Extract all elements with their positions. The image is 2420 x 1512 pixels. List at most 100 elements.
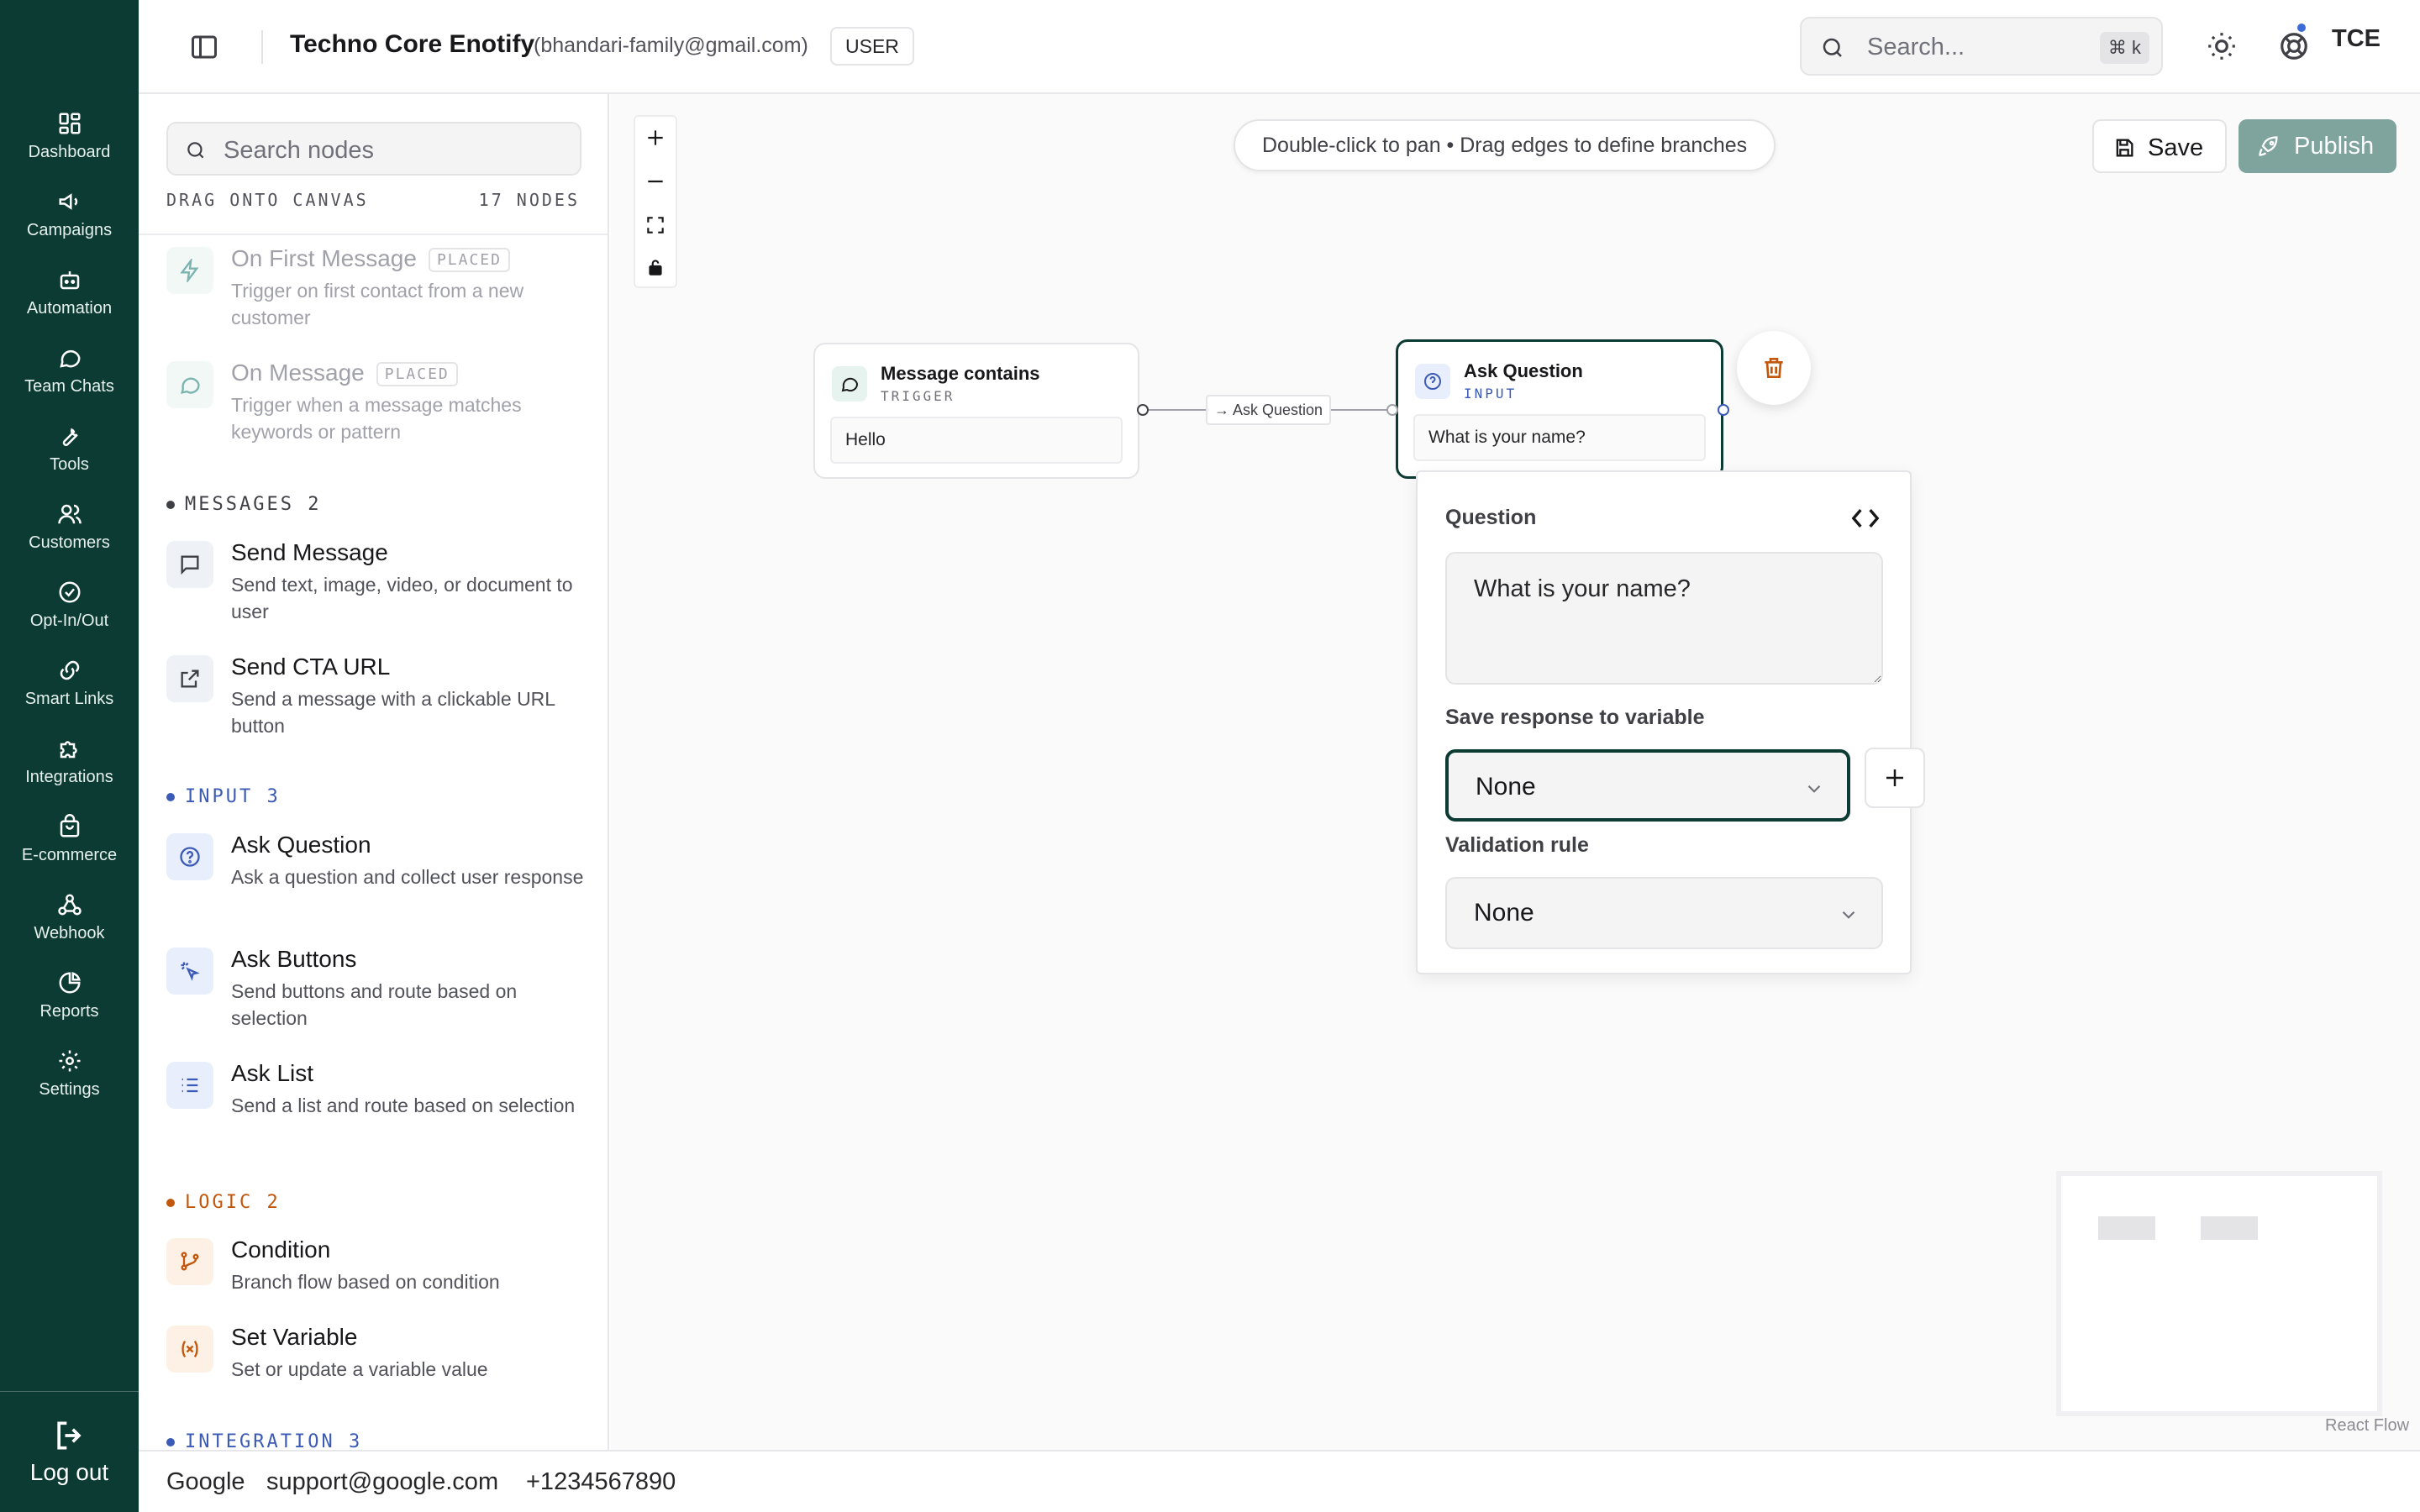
icon-tile [166, 655, 213, 702]
fit-view-button[interactable] [635, 204, 676, 246]
minimap-node [2098, 1216, 2155, 1240]
divider [139, 234, 608, 235]
lifebuoy-icon[interactable] [2278, 30, 2310, 62]
node-type: INPUT [1464, 386, 1518, 402]
nav-item-dashboard[interactable]: Dashboard [0, 111, 139, 178]
node-body: What is your name? [1413, 414, 1706, 461]
section-count: 3 [348, 1431, 363, 1450]
nav-label: Tools [50, 455, 89, 474]
palette-node-on-first-message[interactable]: On First Message PLACED Trigger on first … [166, 245, 587, 338]
help-circle-icon [1424, 373, 1441, 390]
delete-node-button[interactable] [1737, 331, 1811, 405]
flow-node-trigger[interactable]: Message contains TRIGGER Hello [813, 343, 1139, 479]
check-circle-icon [59, 581, 80, 603]
nav-item-campaigns[interactable]: Campaigns [0, 189, 139, 256]
icon-tile [166, 1062, 213, 1109]
chevron-down-icon [1842, 911, 1855, 919]
palette-node-desc: Send a list and route based on selection [231, 1095, 576, 1116]
variable-select[interactable]: None [1445, 749, 1850, 822]
palette-node-ask-list[interactable]: Ask List Send a list and route based on … [166, 1060, 587, 1152]
node-output-handle[interactable] [1718, 404, 1729, 416]
nav-item-opt-in-out[interactable]: Opt-In/Out [0, 580, 139, 647]
nav-item-settings[interactable]: Settings [0, 1048, 139, 1116]
nav-item-e-commerce[interactable]: E-commerce [0, 814, 139, 881]
lock-icon [649, 260, 662, 276]
section-count: 2 [266, 1192, 281, 1213]
palette-node-condition[interactable]: Condition Branch flow based on condition [166, 1236, 587, 1304]
nav-item-smart-links[interactable]: Smart Links [0, 658, 139, 725]
section-count: 3 [266, 786, 281, 807]
global-search-input[interactable]: Search... ⌘ k [1800, 17, 2163, 76]
nav-item-team-chats[interactable]: Team Chats [0, 345, 139, 412]
flow-node-ask-question[interactable]: Ask Question INPUT What is your name? [1396, 339, 1723, 479]
palette-node-ask-buttons[interactable]: Ask Buttons Send buttons and route based… [166, 946, 587, 1038]
react-flow-attribution[interactable]: React Flow [2325, 1416, 2409, 1436]
nav-item-webhook[interactable]: Webhook [0, 892, 139, 959]
flow-canvas[interactable]: Double-click to pan • Drag edges to defi… [611, 94, 2420, 1450]
nav-label: Integrations [25, 768, 113, 786]
chat-bubble-icon [841, 377, 859, 392]
zoom-out-button[interactable] [635, 160, 676, 202]
minimap[interactable] [2061, 1176, 2377, 1411]
palette-node-desc: Send a message with a clickable URL butt… [231, 688, 555, 737]
publish-label: Publish [2294, 133, 2375, 160]
publish-button[interactable]: Publish [2238, 119, 2396, 173]
nav-item-customers[interactable]: Customers [0, 501, 139, 569]
icon-tile [166, 1326, 213, 1373]
notification-dot [2296, 22, 2307, 34]
nav-label: Team Chats [24, 377, 114, 396]
section-heading-input: INPUT 3 [166, 786, 281, 807]
section-name: INPUT [185, 786, 254, 807]
node-body: Hello [830, 417, 1123, 464]
sun-icon[interactable] [2206, 30, 2238, 62]
pie-chart-icon [59, 972, 81, 994]
save-button[interactable]: Save [2092, 119, 2227, 173]
footer-email[interactable]: support@google.com [266, 1468, 498, 1496]
zoom-in-button[interactable] [635, 117, 676, 159]
logout-button[interactable]: Log out [0, 1391, 139, 1512]
trash-icon [1765, 358, 1783, 378]
palette-node-title: Ask List [231, 1060, 314, 1086]
validation-select[interactable]: None [1445, 877, 1883, 949]
search-shortcut: ⌘ k [2099, 32, 2149, 64]
code-icon[interactable] [1851, 506, 1880, 531]
icon-tile [1415, 364, 1450, 399]
nav-label: Campaigns [26, 221, 113, 239]
palette-node-title: Ask Question [231, 832, 371, 858]
lightning-icon [180, 259, 199, 282]
lock-button[interactable] [635, 246, 676, 288]
node-search-input[interactable]: Search nodes [166, 122, 581, 176]
palette-node-desc: Branch flow based on condition [231, 1271, 500, 1293]
question-textarea[interactable]: What is your name? [1445, 552, 1883, 685]
palette-node-desc: Ask a question and collect user response [231, 866, 584, 888]
nav-label: Reports [39, 1002, 99, 1021]
palette-node-on-message[interactable]: On Message PLACED Trigger when a message … [166, 360, 587, 452]
megaphone-icon [59, 193, 77, 210]
zoom-controls [634, 115, 677, 288]
palette-node-set-variable[interactable]: Set Variable Set or update a variable va… [166, 1324, 587, 1391]
message-square-icon [181, 555, 199, 575]
nav-item-automation[interactable]: Automation [0, 267, 139, 334]
webhook-icon [57, 894, 82, 916]
node-output-handle[interactable] [1137, 404, 1149, 416]
nav-item-reports[interactable]: Reports [0, 970, 139, 1037]
chevron-down-icon [1807, 785, 1821, 793]
node-input-handle[interactable] [1386, 404, 1398, 416]
nav-item-integrations[interactable]: Integrations [0, 736, 139, 803]
sidebar-toggle-icon[interactable] [189, 32, 219, 62]
divider [261, 30, 263, 64]
nav-item-tools[interactable]: Tools [0, 423, 139, 491]
palette-node-ask-question[interactable]: Ask Question Ask a question and collect … [166, 832, 587, 924]
section-name: INTEGRATION [185, 1431, 335, 1450]
variable-select-value: None [1476, 773, 1536, 801]
footer-phone: +1234567890 [526, 1468, 676, 1495]
avatar[interactable]: TCE [2332, 25, 2381, 53]
icon-tile [166, 361, 213, 408]
palette-node-send-message[interactable]: Send Message Send text, image, video, or… [166, 539, 587, 632]
footer: Google support@google.com +1234567890 [139, 1450, 2420, 1512]
add-variable-button[interactable] [1865, 748, 1925, 808]
search-icon [1823, 38, 1842, 57]
nav-label: E-commerce [21, 846, 118, 864]
placed-badge: PLACED [428, 248, 510, 273]
palette-node-send-cta-url[interactable]: Send CTA URL Send a message with a click… [166, 654, 587, 746]
